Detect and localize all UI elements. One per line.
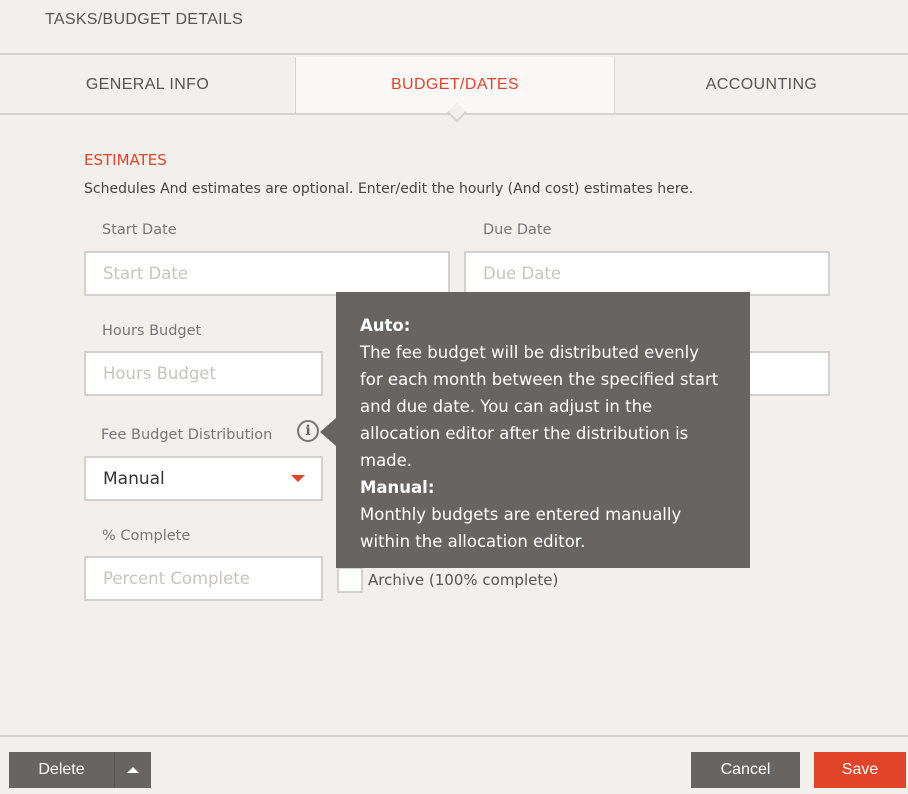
start-date-input[interactable] <box>84 251 450 296</box>
cancel-button[interactable]: Cancel <box>691 752 800 788</box>
divider <box>0 735 908 737</box>
percent-complete-input[interactable] <box>84 556 323 601</box>
fee-distribution-label: Fee Budget Distribution <box>101 427 273 443</box>
tooltip-manual-title: Manual: <box>360 478 435 497</box>
hours-budget-label: Hours Budget <box>102 323 202 339</box>
fee-distribution-select[interactable]: Manual <box>84 456 323 501</box>
archive-checkbox[interactable] <box>337 567 363 593</box>
delete-menu-button[interactable] <box>114 752 151 788</box>
page-title: TASKS/BUDGET DETAILS <box>45 11 244 28</box>
delete-button[interactable]: Delete <box>9 752 114 788</box>
info-icon[interactable]: i <box>297 420 319 442</box>
tooltip: Auto: The fee budget will be distributed… <box>336 292 750 568</box>
start-date-label: Start Date <box>102 222 177 238</box>
chevron-down-icon <box>291 475 305 482</box>
tooltip-auto-title: Auto: <box>360 316 411 335</box>
save-button[interactable]: Save <box>814 752 906 788</box>
due-date-label: Due Date <box>483 222 552 238</box>
divider <box>0 53 908 55</box>
tooltip-auto-text: The fee budget will be distributed evenl… <box>360 343 719 470</box>
chevron-up-icon <box>127 767 139 773</box>
archive-label: Archive (100% complete) <box>368 571 559 589</box>
due-date-input[interactable] <box>464 251 830 296</box>
tab-accounting[interactable]: ACCOUNTING <box>615 57 908 113</box>
section-title: ESTIMATES <box>84 151 167 169</box>
tooltip-manual-text: Monthly budgets are entered manually wit… <box>360 505 682 551</box>
tab-general-info[interactable]: GENERAL INFO <box>0 57 295 113</box>
hours-budget-input[interactable] <box>84 351 323 396</box>
percent-complete-label: % Complete <box>102 528 191 544</box>
fee-distribution-value: Manual <box>103 468 165 489</box>
section-description: Schedules And estimates are optional. En… <box>84 181 694 197</box>
tooltip-arrow <box>320 418 336 446</box>
